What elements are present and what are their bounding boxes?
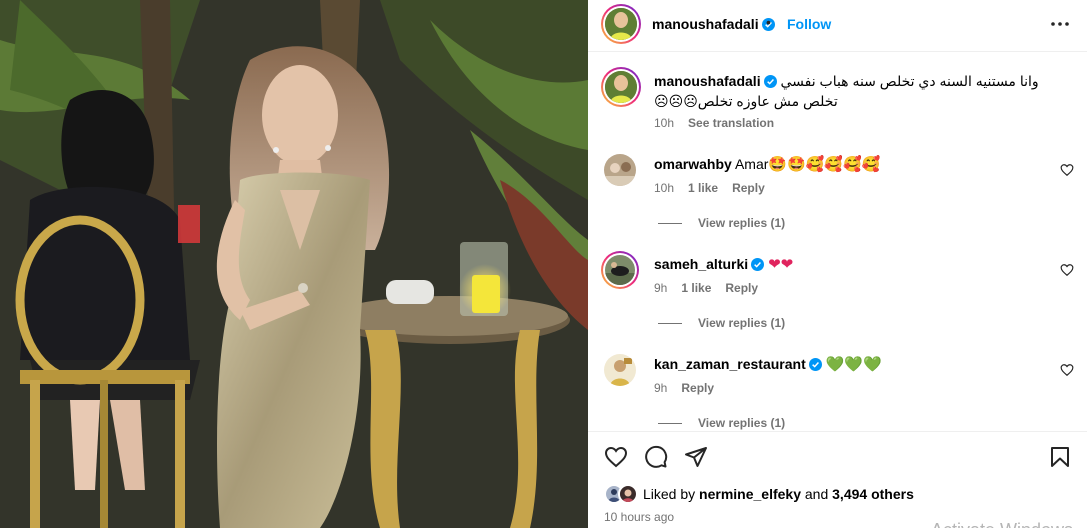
verified-badge-icon [751, 258, 765, 271]
view-replies-button[interactable]: View replies (1) [658, 216, 785, 230]
likes-and: and [804, 486, 829, 502]
comment-time: 9h [654, 381, 668, 395]
comment-icon[interactable] [644, 445, 668, 469]
heart-icon[interactable] [604, 445, 628, 469]
comment-meta: 9h 1 like Reply [654, 281, 772, 295]
caption-line-1: manoushafadali وانا مستنيه السنه دي تخلص… [654, 73, 1039, 90]
comment-username[interactable]: omarwahby [654, 156, 732, 172]
separator-dot: • [766, 14, 771, 30]
reply-button[interactable]: Reply [725, 281, 758, 295]
verified-badge-icon [763, 75, 777, 88]
post-header: manoushafadali • Follow [588, 0, 1087, 52]
see-translation-link[interactable]: See translation [688, 116, 774, 130]
commenter-avatar[interactable] [601, 251, 639, 289]
caption-avatar[interactable] [601, 67, 641, 107]
comment-time: 10h [654, 181, 675, 195]
caption-meta: 10h See translation [654, 116, 788, 130]
bookmark-icon[interactable] [1048, 445, 1072, 469]
comment-likes[interactable]: 1 like [681, 281, 711, 295]
post-image [0, 0, 588, 528]
follow-button[interactable]: Follow [787, 16, 831, 32]
comment-username[interactable]: kan_zaman_restaurant [654, 356, 806, 372]
comment-username[interactable]: sameh_alturki [654, 256, 748, 272]
likes-count[interactable]: 3,494 others [832, 486, 914, 502]
replies-divider [658, 223, 682, 225]
replies-divider [658, 423, 682, 425]
reply-button[interactable]: Reply [732, 181, 765, 195]
view-replies-button[interactable]: View replies (1) [658, 316, 785, 330]
comment-emoji: 💚💚💚 [825, 355, 882, 373]
comment-time: 9h [654, 281, 668, 295]
caption-time: 10h [654, 116, 675, 130]
caption-text-1: وانا مستنيه السنه دي تخلص سنه هباب نفسي [780, 73, 1039, 89]
comment-body: omarwahby Amar🤩🤩🥰🥰🥰🥰 [654, 155, 880, 173]
commenter-avatar[interactable] [604, 354, 636, 386]
post-timestamp: 10 hours ago [604, 510, 675, 524]
post-sidebar: manoushafadali • Follow manoushafadali و… [588, 0, 1087, 528]
more-icon[interactable] [1048, 12, 1072, 36]
liked-by-prefix: Liked by [643, 486, 696, 502]
replies-divider [658, 323, 682, 325]
comment-body: kan_zaman_restaurant 💚💚💚 [654, 355, 882, 373]
view-replies-button[interactable]: View replies (1) [658, 416, 785, 430]
post-photo[interactable] [0, 0, 588, 528]
reply-button[interactable]: Reply [681, 381, 714, 395]
comment-emoji: ❤❤ [768, 255, 794, 273]
commenter-avatar[interactable] [604, 154, 636, 186]
share-icon[interactable] [684, 445, 708, 469]
heart-icon[interactable] [1060, 363, 1074, 377]
comment-meta: 10h 1 like Reply [654, 181, 779, 195]
comment-emoji: 🤩🤩🥰🥰🥰🥰 [768, 155, 881, 173]
caption-username[interactable]: manoushafadali [654, 73, 761, 89]
action-bar: Liked by nermine_elfeky and 3,494 others… [588, 431, 1087, 528]
comment-body: sameh_alturki ❤❤ [654, 255, 793, 273]
comment-likes[interactable]: 1 like [688, 181, 718, 195]
caption-text-2: تخلص مش عاوزه تخلص☹☹☹ [654, 93, 838, 109]
verified-badge-icon [808, 358, 822, 371]
liker-username[interactable]: nermine_elfeky [699, 486, 801, 502]
comments-list[interactable]: manoushafadali وانا مستنيه السنه دي تخلص… [588, 53, 1087, 431]
windows-activation-watermark: Activate Windows [931, 520, 1073, 528]
author-avatar[interactable] [601, 4, 641, 44]
heart-icon[interactable] [1060, 263, 1074, 277]
comment-text: Amar [734, 156, 769, 172]
author-username[interactable]: manoushafadali [652, 16, 775, 32]
comment-meta: 9h Reply [654, 381, 728, 395]
heart-icon[interactable] [1060, 163, 1074, 177]
liker-avatars [604, 484, 640, 504]
liker-avatar[interactable] [618, 484, 638, 504]
